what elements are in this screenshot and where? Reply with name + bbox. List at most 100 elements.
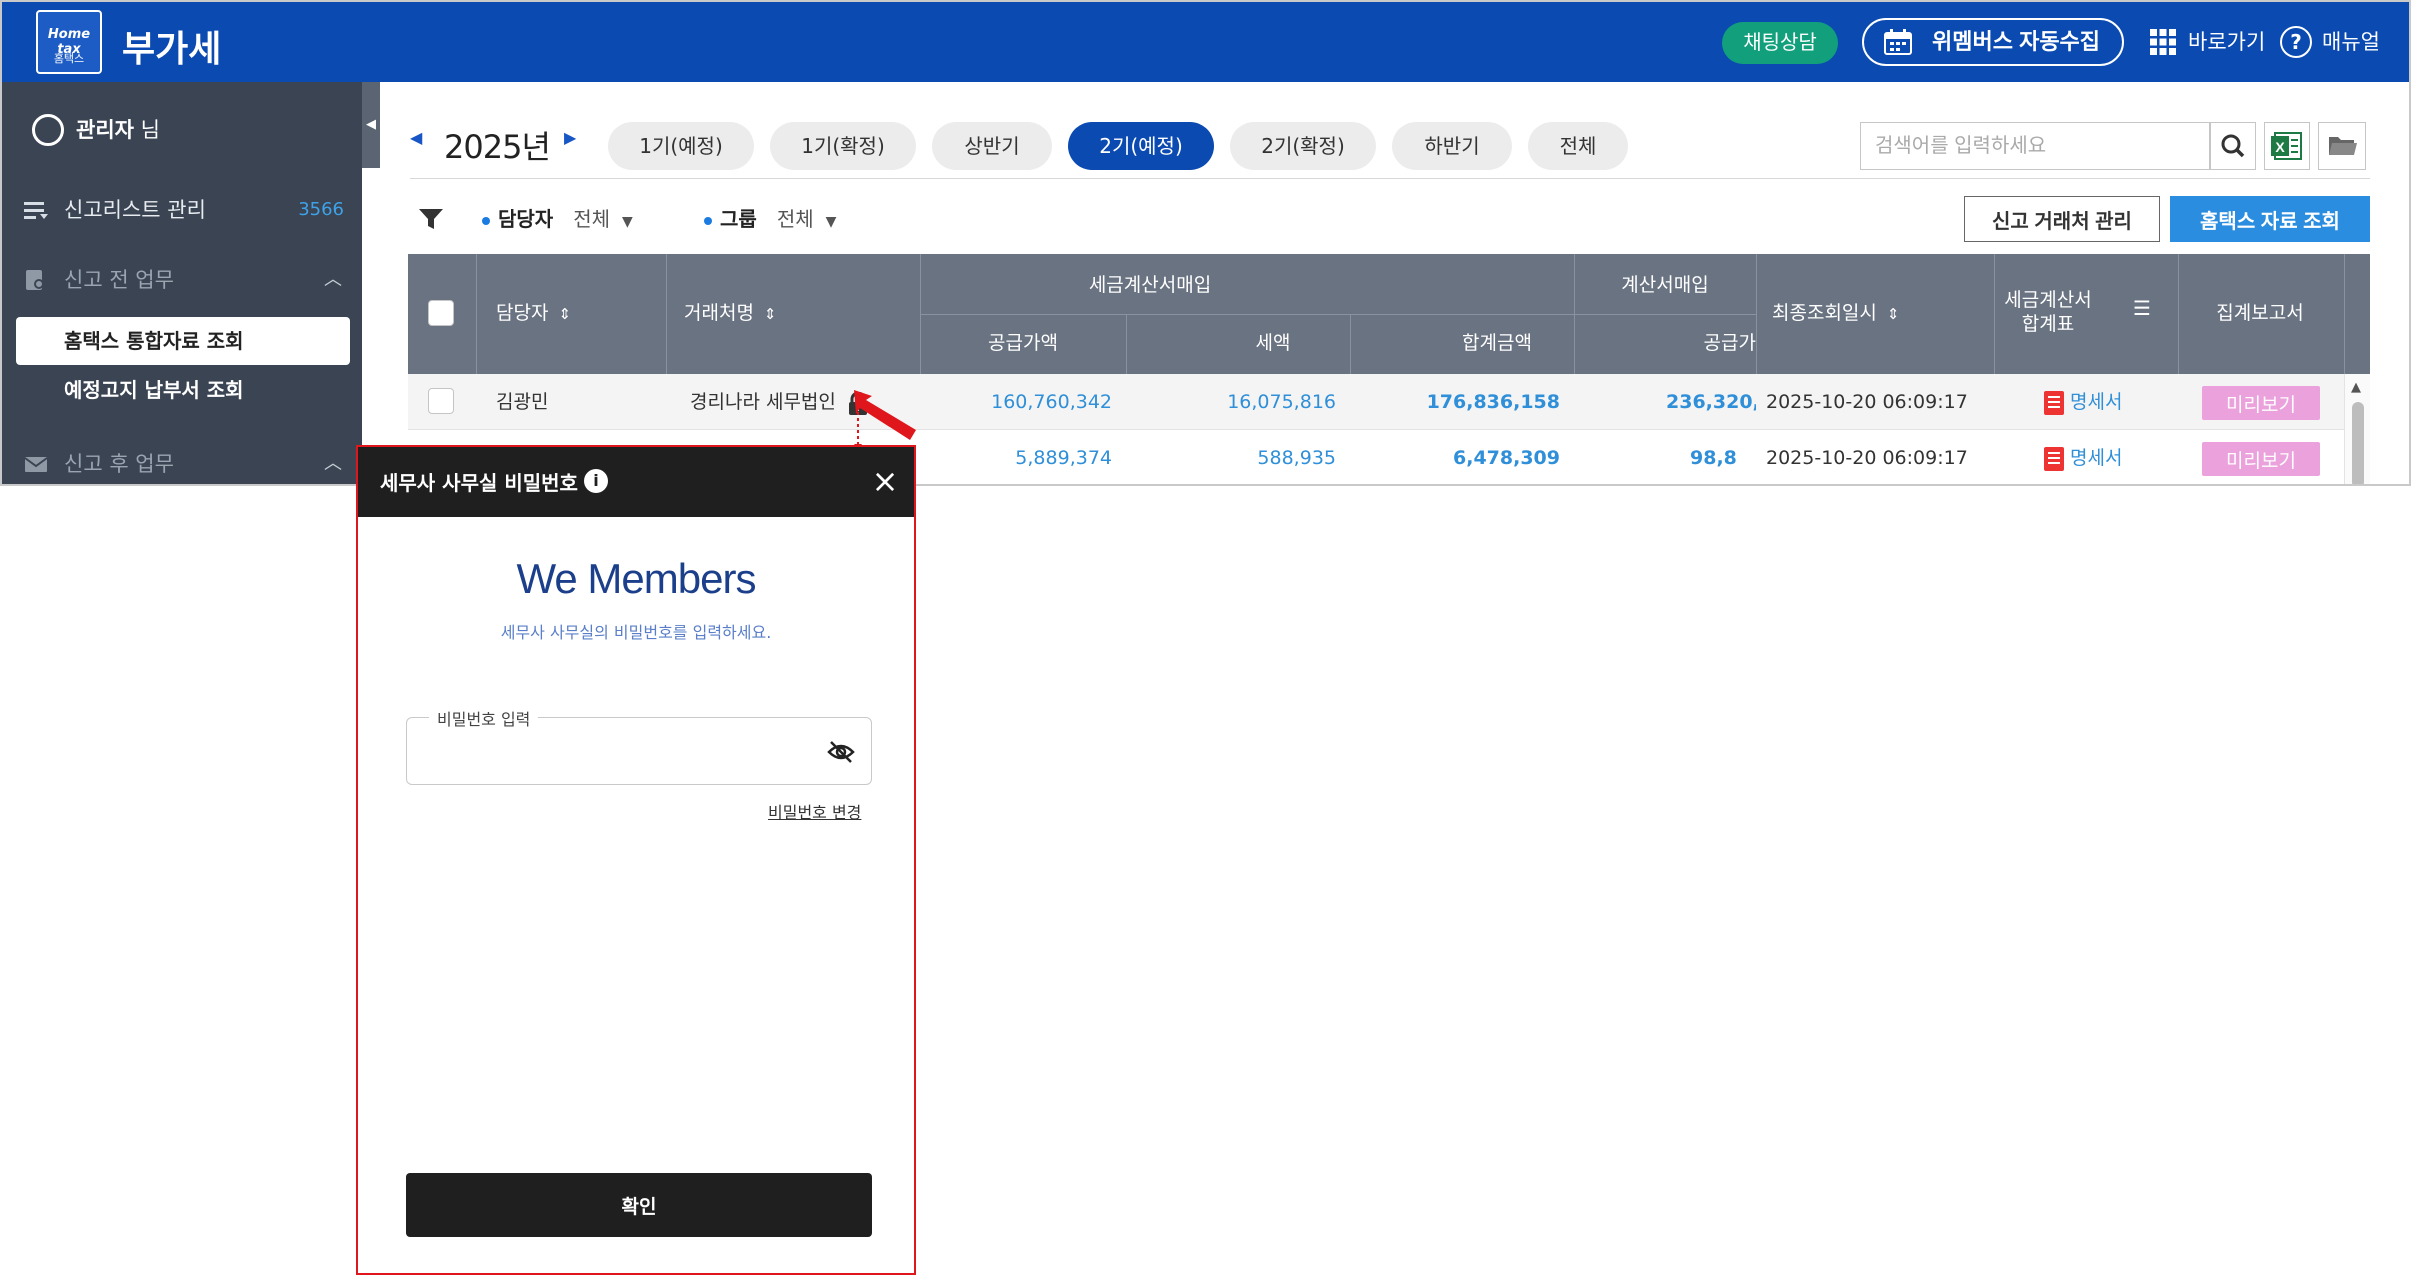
calendar-icon [1884,29,1912,55]
tab-all[interactable]: 전체 [1528,122,1628,170]
eye-off-icon[interactable] [827,740,855,764]
col-company[interactable]: 거래처명 ⇕ [684,298,834,325]
caret-down-icon: ▼ [622,214,633,230]
divider [476,254,477,374]
table-row[interactable]: 김광민 경리나라 세무법인 160,760,342 16,075,816 176… [408,374,2370,430]
dialog-title: 세무사 사무실 비밀번호 [380,471,578,495]
manage-clients-button[interactable]: 신고 거래처 관리 [1964,196,2160,242]
folder-button[interactable] [2318,122,2366,170]
divider [410,178,2370,179]
cell-tax: 16,075,816 [1227,391,1336,413]
col-last-query[interactable]: 최종조회일시 ⇕ [1772,298,1952,325]
app-title: 부가세 [122,29,222,70]
manager-filter[interactable]: 담당자 전체 ▼ [482,204,633,237]
cell-company[interactable]: 경리나라 세무법인 [690,374,836,430]
col-label: 거래처명 [684,302,754,324]
tab-first-half[interactable]: 상반기 [932,122,1052,170]
col-tax: 세액 [1255,332,1291,354]
password-input[interactable] [425,732,805,772]
tab-q2-preliminary[interactable]: 2기(예정) [1068,122,1214,170]
divider [1756,254,1757,374]
pdf-icon [2044,446,2064,471]
password-dialog: 세무사 사무실 비밀번호 i × We Members 세무사 사무실의 비밀번… [356,445,916,1275]
sidebar-subitem-prepayment-notice[interactable]: 예정고지 납부서 조회 [64,374,244,403]
select-all-checkbox[interactable] [428,300,454,326]
filter-icon[interactable] [418,206,444,232]
folder-icon [2329,137,2357,155]
user-icon [32,114,64,146]
auto-collect-button[interactable]: 위멤버스 자동수집 [1862,18,2124,66]
scroll-up-icon[interactable]: ▲ [2351,380,2361,395]
cell-manager: 김광민 [496,391,549,413]
statement-link[interactable]: 명세서 [2044,430,2123,484]
divider [2344,254,2345,374]
col-label: 세금계산서 [2004,289,2092,311]
change-password-link[interactable]: 비밀번호 변경 [768,799,861,823]
tab-second-half[interactable]: 하반기 [1392,122,1512,170]
cell-supply: 160,760,342 [991,391,1112,413]
excel-export-button[interactable]: X [2264,122,2310,170]
cell-supply: 5,889,374 [1015,447,1112,469]
table-header: 담당자 ⇕ 거래처명 ⇕ 세금계산서매입 공급가액 세액 합계금액 계산서매입 공급… [408,254,2370,374]
close-icon[interactable]: × [868,464,902,498]
chevron-up-icon[interactable]: ︿ [324,262,342,298]
divider [666,254,667,374]
chat-consult-button[interactable]: 채팅상담 [1722,22,1838,64]
tab-q2-final[interactable]: 2기(확정) [1230,122,1376,170]
sidebar-section-label: 신고 전 업무 [64,268,174,292]
sort-icon: ⇕ [558,304,572,323]
shortcut-label: 바로가기 [2188,30,2266,54]
filter-value: 전체 [573,207,611,231]
preview-button[interactable]: 미리보기 [2202,386,2320,420]
logo-subtext: 홈택스 [53,52,85,65]
preview-button[interactable]: 미리보기 [2202,442,2320,476]
divider [1126,314,1127,374]
row-checkbox[interactable] [428,388,454,414]
password-field[interactable]: 비밀번호 입력 [406,706,872,785]
user-profile[interactable]: 관리자 님 [32,112,160,152]
search-button[interactable] [2210,122,2256,170]
table-scrollbar[interactable]: ▲ [2344,374,2370,484]
col-manager[interactable]: 담당자 ⇕ [496,298,596,325]
confirm-button[interactable]: 확인 [406,1173,872,1237]
cell-tax: 588,935 [1257,447,1336,469]
document-icon [26,270,44,290]
hometax-logo[interactable]: Home tax 홈택스 [36,10,102,74]
scroll-thumb[interactable] [2352,402,2364,484]
top-bar: Home tax 홈택스 부가세 채팅상담 위멤버스 자동수집 바로가기 ? 매… [2,2,2409,82]
sort-icon: ⇕ [1886,304,1900,323]
sidebar-section-after-report[interactable]: 신고 후 업무 ︿ [24,446,344,482]
sidebar-item-report-list[interactable]: 신고리스트 관리 3566 [24,192,344,228]
sidebar: 관리자 님 신고리스트 관리 3566 신고 전 업무 ︿ 홈택스 통합자료 조… [2,82,362,484]
chevron-up-icon[interactable]: ︿ [324,446,342,482]
info-icon[interactable]: i [584,469,608,493]
col-label: 합계표 [2021,313,2075,335]
search-input[interactable] [1860,122,2210,170]
dialog-header: 세무사 사무실 비밀번호 i × [358,447,914,517]
hometax-query-button[interactable]: 홈택스 자료 조회 [2170,196,2370,242]
next-year-arrow[interactable]: ▶ [564,128,576,147]
filter-lines-icon[interactable]: ☰ [2130,296,2154,320]
tab-q1-final[interactable]: 1기(확정) [770,122,916,170]
col-summary: 세금계산서 합계표 [1988,288,2108,336]
statement-label: 명세서 [2070,391,2123,413]
cell-total: 6,478,309 [1453,447,1560,469]
sidebar-subitem-hometax-query[interactable]: 홈택스 통합자료 조회 [16,317,350,365]
shortcut-button[interactable]: 바로가기 [2150,24,2265,60]
statement-link[interactable]: 명세서 [2044,374,2122,430]
dialog-subtitle: 세무사 사무실의 비밀번호를 입력하세요. [500,623,772,642]
pointer-arrow-icon [854,390,916,450]
prev-year-arrow[interactable]: ◀ [410,128,422,147]
col-group-invoice: 계산서매입 [1621,274,1709,296]
sidebar-section-before-report[interactable]: 신고 전 업무 ︿ [24,262,344,298]
brand-title: We Members [516,555,757,602]
col-group-tax-invoice: 세금계산서매입 [1088,274,1212,296]
svg-text:X: X [2275,139,2285,155]
statement-label: 명세서 [2070,447,2123,469]
divider [1994,254,1995,374]
sidebar-collapse-toggle[interactable]: ◀ [362,82,380,168]
tab-q1-preliminary[interactable]: 1기(예정) [608,122,754,170]
group-filter[interactable]: 그룹 전체 ▼ [704,204,836,237]
manual-button[interactable]: ? 매뉴얼 [2280,24,2380,60]
col-label: 최종조회일시 [1772,302,1877,324]
